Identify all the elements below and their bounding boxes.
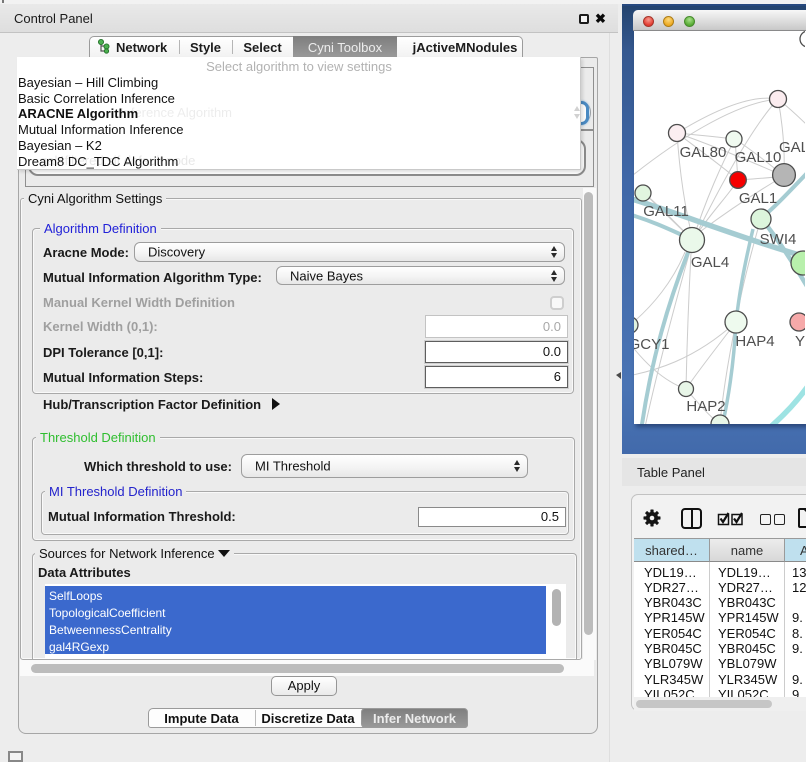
svg-text:HAP2: HAP2 [686,398,725,415]
svg-text:GAL1: GAL1 [739,190,777,207]
svg-text:GAL: GAL [779,139,805,156]
svg-text:GAL80: GAL80 [680,144,727,161]
svg-text:GAL11: GAL11 [643,203,689,220]
svg-text:GAL4: GAL4 [691,254,729,271]
svg-text:GAL10: GAL10 [735,149,782,166]
svg-text:GCY1: GCY1 [634,336,669,353]
svg-text:HAP4: HAP4 [735,333,774,350]
svg-text:Y: Y [795,333,805,350]
svg-text:SWI4: SWI4 [760,231,797,248]
